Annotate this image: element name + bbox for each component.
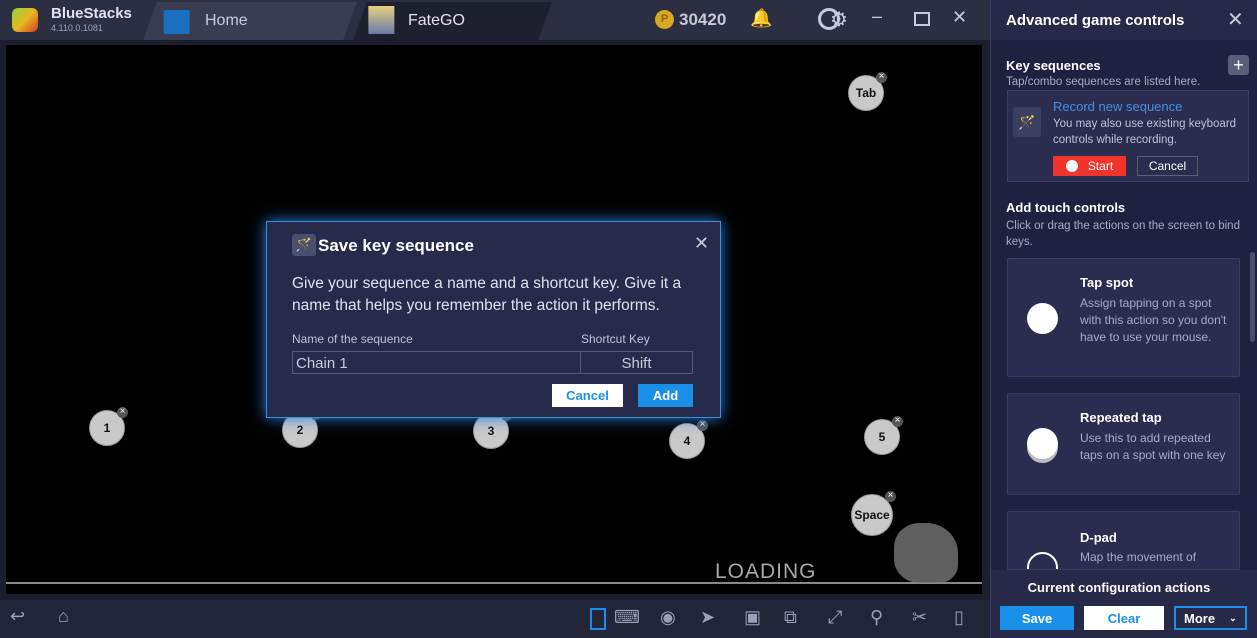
tap-spot-icon	[1027, 303, 1058, 334]
key-label: Tab	[855, 86, 877, 100]
scrollbar[interactable]	[1250, 252, 1255, 342]
close-icon[interactable]: ✕	[694, 233, 709, 254]
card-description: Map the movement of	[1080, 550, 1197, 564]
key-1[interactable]: 1 ×	[89, 407, 128, 446]
card-title: Tap spot	[1080, 275, 1134, 290]
card-title: D-pad	[1080, 530, 1117, 545]
key-5[interactable]: 5 ×	[864, 416, 903, 455]
start-button[interactable]: Start	[1053, 156, 1126, 176]
coin-count: 30420	[679, 10, 727, 29]
tab-fatego[interactable]: FateGO	[353, 2, 552, 40]
repeated-tap-card[interactable]: Repeated tap Use this to add repeated ta…	[1007, 393, 1240, 495]
save-key-sequence-dialog: 🪄 Save key sequence ✕ Give your sequence…	[266, 221, 721, 418]
record-sequence-card: 🪄 Record new sequence You may also use e…	[1007, 90, 1249, 182]
magic-wand-icon: 🪄	[292, 234, 316, 256]
home-icon	[163, 10, 190, 34]
shortcut-key-input[interactable]: Shift	[580, 351, 693, 374]
record-dot-icon	[1065, 160, 1078, 172]
add-sequence-button[interactable]: +	[1228, 55, 1249, 75]
panel-footer: Current configuration actions Save Clear…	[991, 570, 1257, 638]
dpad-icon	[1027, 552, 1058, 569]
bell-icon[interactable]: 🔔	[750, 8, 772, 29]
key-sequences-title: Key sequences	[1006, 58, 1101, 73]
key-3[interactable]: 3×	[473, 410, 512, 449]
phone-icon[interactable]: ▯	[954, 607, 964, 628]
pointer-icon[interactable]: ➤	[700, 607, 715, 628]
home-icon[interactable]: ⌂	[58, 606, 69, 627]
key-4[interactable]: 4 ×	[669, 420, 708, 459]
key-label: 1	[103, 421, 111, 435]
key-label: 2	[296, 423, 304, 437]
close-icon[interactable]: ✕	[952, 7, 967, 28]
eye-icon[interactable]: ◉	[660, 607, 676, 628]
record-new-sequence-link[interactable]: Record new sequence	[1053, 99, 1182, 114]
maximize-icon[interactable]	[914, 12, 930, 26]
mascot-silhouette	[894, 523, 958, 583]
location-icon[interactable]: ⚲	[870, 607, 883, 628]
keyboard-icon[interactable]: ⌨	[614, 607, 640, 628]
save-button[interactable]: Save	[1000, 606, 1074, 630]
loading-text: LOADING	[715, 560, 817, 583]
key-space[interactable]: Space ×	[851, 491, 896, 536]
tab-label: Home	[205, 12, 248, 29]
fullscreen-icon[interactable]: ⤢	[828, 607, 842, 628]
shortcut-label: Shortcut Key	[581, 332, 650, 346]
chevron-down-icon: ⌄	[1229, 612, 1237, 623]
panel-title: Advanced game controls	[1006, 12, 1185, 29]
gear-icon[interactable]: ⚙	[830, 7, 848, 32]
close-icon[interactable]: ✕	[1227, 7, 1244, 32]
magic-wand-icon: 🪄	[1013, 107, 1041, 137]
key-sequences-subtitle: Tap/combo sequences are listed here.	[1006, 76, 1201, 88]
bluestacks-logo	[12, 8, 38, 32]
keymapping-icon[interactable]	[590, 608, 606, 630]
tab-home[interactable]: Home	[143, 2, 357, 40]
key-tab[interactable]: Tab ×	[848, 72, 887, 111]
more-dropdown[interactable]: More ⌄	[1174, 606, 1247, 630]
start-label: Start	[1087, 159, 1114, 173]
dpad-card[interactable]: D-pad Map the movement of	[1007, 511, 1240, 570]
app-name: BlueStacks	[51, 5, 132, 22]
minimize-icon[interactable]: –	[872, 6, 882, 27]
add-touch-controls-subtitle: Click or drag the actions on the screen …	[1006, 220, 1240, 248]
sequence-name-input[interactable]: Chain 1	[292, 351, 581, 374]
card-title: Repeated tap	[1080, 410, 1162, 425]
repeated-tap-icon	[1027, 428, 1058, 459]
scissors-icon[interactable]: ✂	[912, 607, 927, 628]
coin-icon: P	[655, 10, 674, 29]
clear-button[interactable]: Clear	[1084, 606, 1164, 630]
key-label: 4	[683, 434, 691, 448]
back-icon[interactable]: ↩	[10, 606, 25, 627]
card-description: Use this to add repeated taps on a spot …	[1080, 431, 1226, 462]
record-icon[interactable]: ▣	[744, 607, 761, 628]
bottom-toolbar: ↩ ⌂ ⌨ ◉ ➤ ▣ ⧉ ⤢ ⚲ ✂ ▯	[0, 600, 990, 638]
app-version: 4.110.0.1081	[51, 23, 103, 33]
dialog-title: Save key sequence	[318, 236, 474, 255]
cancel-button[interactable]: Cancel	[1137, 156, 1198, 176]
key-label: Space	[854, 508, 890, 522]
remove-icon[interactable]: ×	[117, 407, 128, 418]
tap-spot-card[interactable]: Tap spot Assign tapping on a spot with t…	[1007, 258, 1240, 377]
add-touch-controls-title: Add touch controls	[1006, 200, 1126, 215]
footer-title: Current configuration actions	[1027, 580, 1211, 595]
remove-icon[interactable]: ×	[697, 420, 708, 431]
game-thumbnail	[368, 6, 395, 34]
name-label: Name of the sequence	[292, 332, 413, 346]
remove-icon[interactable]: ×	[876, 72, 887, 83]
loading-line	[6, 582, 982, 584]
record-description: You may also use existing keyboard contr…	[1053, 118, 1237, 146]
key-label: 3	[487, 424, 495, 438]
remove-icon[interactable]: ×	[885, 491, 896, 502]
dialog-description: Give your sequence a name and a shortcut…	[292, 275, 682, 314]
title-bar: BlueStacks 4.110.0.1081 Home FateGO P 30…	[0, 0, 990, 40]
more-label: More	[1184, 610, 1216, 626]
tab-label: FateGO	[408, 12, 465, 29]
remove-icon[interactable]: ×	[892, 416, 903, 427]
add-button[interactable]: Add	[638, 384, 693, 407]
cancel-button[interactable]: Cancel	[552, 384, 623, 407]
key-label: 5	[878, 430, 886, 444]
card-description: Assign tapping on a spot with this actio…	[1080, 296, 1227, 344]
multi-instance-icon[interactable]: ⧉	[784, 607, 797, 628]
